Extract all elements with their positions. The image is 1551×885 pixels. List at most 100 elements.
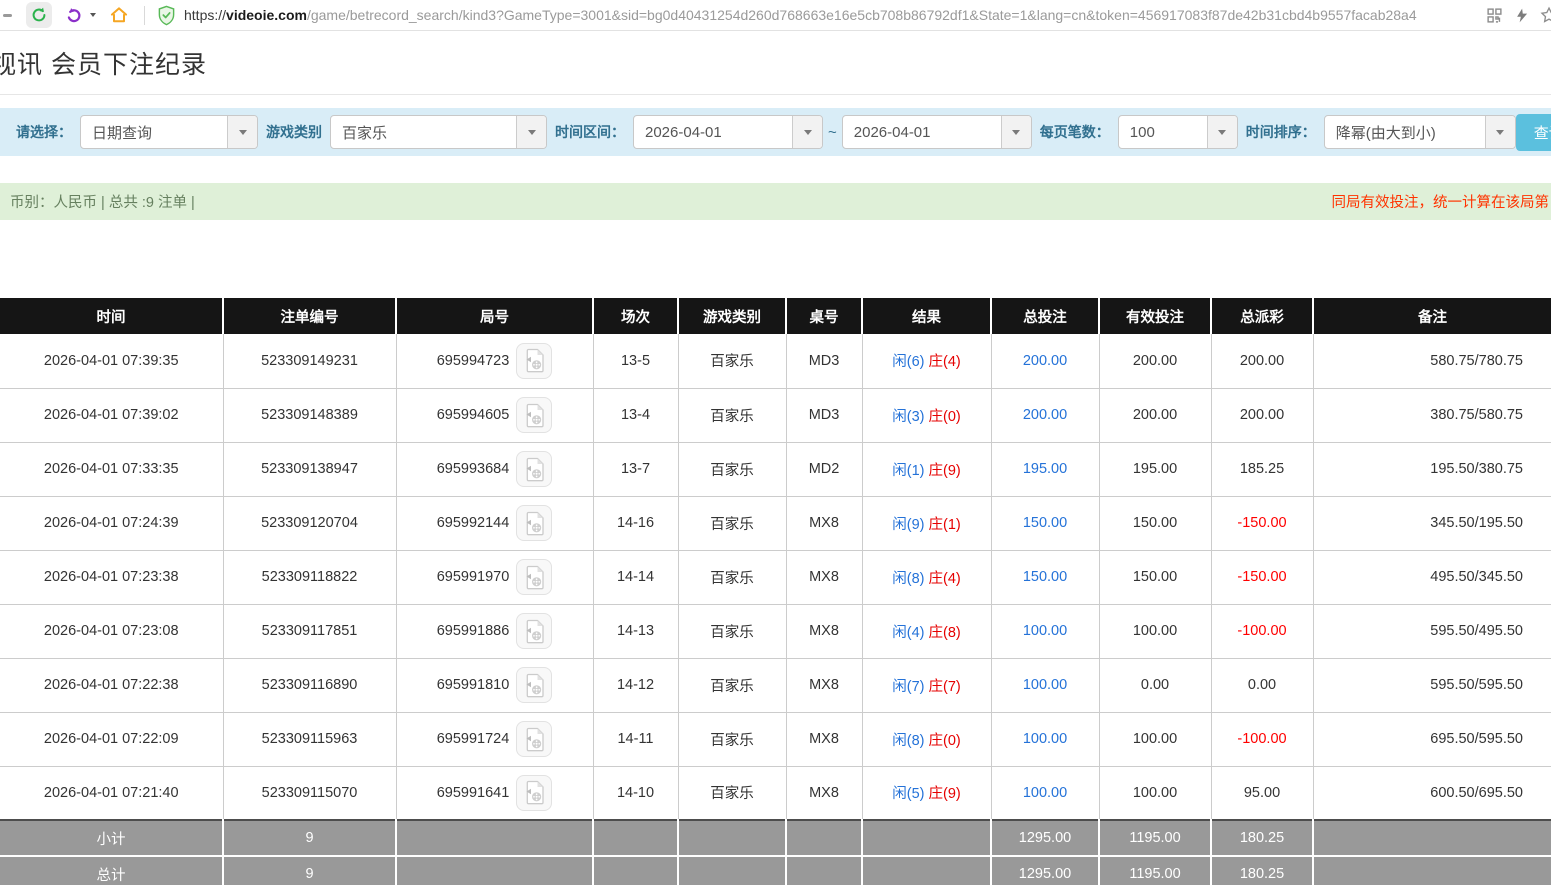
reload-button[interactable]: [26, 2, 52, 28]
game-type-select[interactable]: 百家乐: [330, 115, 547, 149]
chevron-down-icon[interactable]: [792, 116, 822, 148]
player-result: 闲(1): [892, 463, 924, 479]
header-remark: 备注: [1313, 298, 1551, 334]
total-bet-link[interactable]: 150.00: [1023, 515, 1067, 531]
sort-select[interactable]: 降幂(由大到小): [1324, 115, 1516, 149]
chevron-down-icon[interactable]: [1207, 116, 1237, 148]
round-number: 695994605: [437, 407, 510, 423]
header-bet-id: 注单编号: [223, 298, 396, 334]
total-bet-link[interactable]: 100.00: [1023, 731, 1067, 747]
video-file-icon: [524, 457, 545, 482]
game-type-label: 游戏类别: [266, 122, 322, 142]
page-size-select[interactable]: 100: [1118, 115, 1238, 149]
date-to-select[interactable]: 2026-04-01: [842, 115, 1032, 149]
subtotal-valid-bet: 1195.00: [1099, 820, 1211, 856]
video-replay-button[interactable]: [516, 775, 552, 811]
cell-game-type: 百家乐: [678, 442, 786, 496]
video-file-icon: [524, 403, 545, 428]
url-bar[interactable]: https://videoie.com/game/betrecord_searc…: [184, 7, 1417, 23]
total-label: 总计: [0, 856, 223, 885]
cell-result: 闲(8)庄(0): [862, 712, 991, 766]
cell-time: 2026-04-01 07:39:35: [0, 334, 223, 388]
date-from-select[interactable]: 2026-04-01: [633, 115, 823, 149]
cell-game-type: 百家乐: [678, 550, 786, 604]
toolbar-right-icons: [1486, 6, 1551, 24]
url-path: /game/betrecord_search/kind3?GameType=30…: [307, 7, 1417, 23]
cell-result: 闲(5)庄(9): [862, 766, 991, 820]
total-bet-link[interactable]: 100.00: [1023, 785, 1067, 801]
cell-remark: 345.50/195.50: [1313, 496, 1551, 550]
subtotal-total-bet: 1295.00: [991, 820, 1099, 856]
total-bet-link[interactable]: 200.00: [1023, 353, 1067, 369]
banker-result: 庄(9): [929, 786, 961, 802]
cell-round: 695991641: [396, 766, 593, 820]
table-body: 2026-04-01 07:39:35 523309149231 6959947…: [0, 334, 1551, 820]
banker-result: 庄(0): [929, 733, 961, 749]
cell-time: 2026-04-01 07:22:09: [0, 712, 223, 766]
cell-total-bet: 150.00: [991, 496, 1099, 550]
bet-record-table: 时间 注单编号 局号 场次 游戏类别 桌号 结果 总投注 有效投注 总派彩 备注…: [0, 298, 1551, 885]
cell-table-no: MD2: [786, 442, 862, 496]
chevron-down-icon[interactable]: [1001, 116, 1031, 148]
shield-icon[interactable]: [157, 5, 176, 26]
banker-result: 庄(4): [929, 354, 961, 370]
video-replay-button[interactable]: [516, 343, 552, 379]
video-replay-button[interactable]: [516, 667, 552, 703]
cell-table-no: MX8: [786, 658, 862, 712]
cell-time: 2026-04-01 07:33:35: [0, 442, 223, 496]
undo-button[interactable]: [60, 2, 86, 28]
undo-menu-caret[interactable]: [90, 13, 96, 17]
total-bet-link[interactable]: 150.00: [1023, 569, 1067, 585]
cell-game-type: 百家乐: [678, 334, 786, 388]
cell-round: 695992144: [396, 496, 593, 550]
header-time: 时间: [0, 298, 223, 334]
cell-session: 14-11: [593, 712, 678, 766]
cell-session: 13-4: [593, 388, 678, 442]
cell-table-no: MX8: [786, 604, 862, 658]
cell-table-no: MD3: [786, 334, 862, 388]
total-bet-link[interactable]: 195.00: [1023, 461, 1067, 477]
home-button[interactable]: [106, 2, 132, 28]
video-file-icon: [524, 565, 545, 590]
cell-time: 2026-04-01 07:23:38: [0, 550, 223, 604]
video-replay-button[interactable]: [516, 613, 552, 649]
cell-game-type: 百家乐: [678, 388, 786, 442]
header-valid-bet: 有效投注: [1099, 298, 1211, 334]
cell-remark: 595.50/495.50: [1313, 604, 1551, 658]
video-replay-button[interactable]: [516, 505, 552, 541]
cell-round: 695994723: [396, 334, 593, 388]
chevron-down-icon[interactable]: [1485, 116, 1515, 148]
search-button[interactable]: 查询: [1516, 114, 1551, 151]
video-replay-button[interactable]: [516, 559, 552, 595]
video-file-icon: [524, 673, 545, 698]
cell-valid-bet: 200.00: [1099, 334, 1211, 388]
table-row: 2026-04-01 07:23:38 523309118822 6959919…: [0, 550, 1551, 604]
video-file-icon: [524, 780, 545, 805]
total-bet-link[interactable]: 100.00: [1023, 623, 1067, 639]
cell-result: 闲(1) 庄(9): [862, 442, 991, 496]
total-valid-bet: 1195.00: [1099, 856, 1211, 885]
video-replay-button[interactable]: [516, 397, 552, 433]
chevron-down-icon[interactable]: [516, 116, 546, 148]
summary-bar: 币别：人民币 | 总共 :9 注单 | 同局有效投注，统一计算在该局第: [0, 183, 1551, 220]
flash-icon[interactable]: [1514, 7, 1529, 24]
cell-bet-id: 523309149231: [223, 334, 396, 388]
cell-payout: -150.00: [1211, 496, 1313, 550]
star-icon[interactable]: [1540, 6, 1551, 24]
video-replay-button[interactable]: [516, 721, 552, 757]
player-result: 闲(6): [892, 354, 924, 370]
total-bet-link[interactable]: 200.00: [1023, 407, 1067, 423]
cell-result: 闲(8)庄(4): [862, 550, 991, 604]
qr-code-icon[interactable]: [1486, 7, 1503, 24]
chevron-down-icon[interactable]: [227, 116, 257, 148]
query-type-select[interactable]: 日期查询: [80, 115, 258, 149]
player-result: 闲(3): [892, 409, 924, 425]
video-replay-button[interactable]: [516, 451, 552, 487]
table-header: 时间 注单编号 局号 场次 游戏类别 桌号 结果 总投注 有效投注 总派彩 备注: [0, 298, 1551, 334]
page-title: 视讯 会员下注纪录: [0, 45, 1551, 81]
banker-result: 庄(9): [929, 463, 961, 479]
cell-session: 14-16: [593, 496, 678, 550]
table-row: 2026-04-01 07:22:09 523309115963 6959917…: [0, 712, 1551, 766]
total-bet-link[interactable]: 100.00: [1023, 677, 1067, 693]
home-icon: [109, 5, 129, 25]
